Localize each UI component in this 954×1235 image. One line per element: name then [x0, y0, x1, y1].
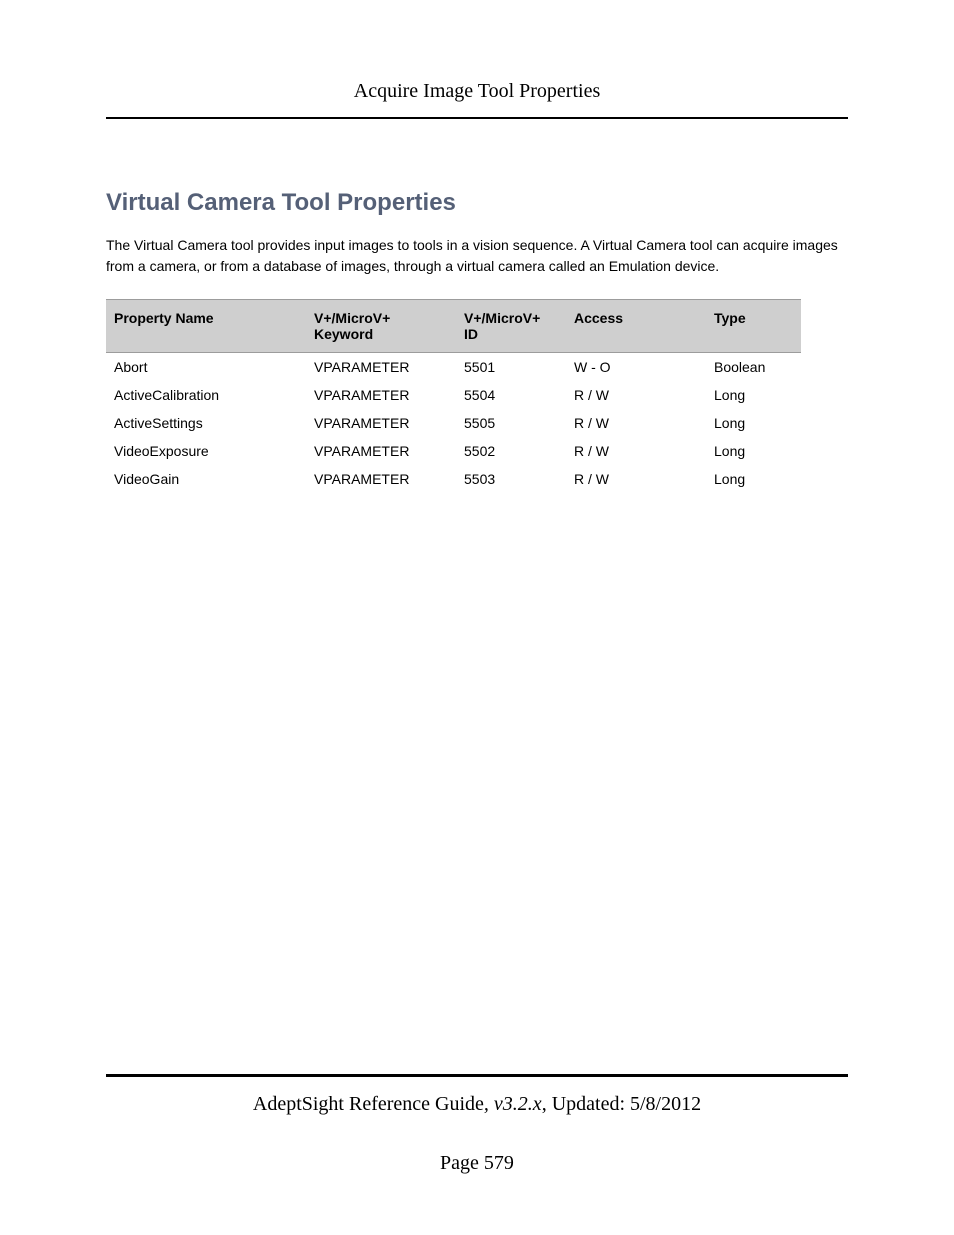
cell-id: 5505 [456, 409, 566, 437]
th-type: Type [706, 300, 801, 353]
cell-keyword: VPARAMETER [306, 381, 456, 409]
cell-access: R / W [566, 437, 706, 465]
cell-name: ActiveCalibration [106, 381, 306, 409]
cell-type: Long [706, 465, 801, 493]
cell-keyword: VPARAMETER [306, 353, 456, 382]
cell-name: VideoGain [106, 465, 306, 493]
th-id: V+/MicroV+ ID [456, 300, 566, 353]
footer-rule [106, 1074, 848, 1077]
properties-table: Property Name V+/MicroV+ Keyword V+/Micr… [106, 299, 801, 493]
th-keyword: V+/MicroV+ Keyword [306, 300, 456, 353]
page-number: Page 579 [106, 1152, 848, 1175]
cell-type: Boolean [706, 353, 801, 382]
footer-updated: , Updated: 5/8/2012 [542, 1093, 701, 1115]
table-row: Abort VPARAMETER 5501 W - O Boolean [106, 353, 801, 382]
running-head: Acquire Image Tool Properties [106, 80, 848, 119]
section-title: Virtual Camera Tool Properties [106, 189, 848, 217]
cell-keyword: VPARAMETER [306, 465, 456, 493]
page: Acquire Image Tool Properties Virtual Ca… [0, 0, 954, 1235]
cell-type: Long [706, 409, 801, 437]
cell-id: 5504 [456, 381, 566, 409]
cell-access: R / W [566, 409, 706, 437]
cell-name: Abort [106, 353, 306, 382]
cell-keyword: VPARAMETER [306, 409, 456, 437]
footer-version: , v3.2.x [484, 1093, 542, 1115]
page-footer: AdeptSight Reference Guide, v3.2.x, Upda… [106, 1074, 848, 1175]
cell-keyword: VPARAMETER [306, 437, 456, 465]
cell-type: Long [706, 437, 801, 465]
th-property-name: Property Name [106, 300, 306, 353]
footer-citation: AdeptSight Reference Guide, v3.2.x, Upda… [106, 1093, 848, 1116]
table-row: VideoGain VPARAMETER 5503 R / W Long [106, 465, 801, 493]
cell-name: VideoExposure [106, 437, 306, 465]
cell-access: W - O [566, 353, 706, 382]
intro-paragraph: The Virtual Camera tool provides input i… [106, 235, 848, 277]
cell-access: R / W [566, 465, 706, 493]
footer-guide: AdeptSight Reference Guide [253, 1093, 484, 1115]
cell-id: 5502 [456, 437, 566, 465]
table-header-row: Property Name V+/MicroV+ Keyword V+/Micr… [106, 300, 801, 353]
table-row: ActiveSettings VPARAMETER 5505 R / W Lon… [106, 409, 801, 437]
table-row: VideoExposure VPARAMETER 5502 R / W Long [106, 437, 801, 465]
cell-access: R / W [566, 381, 706, 409]
th-access: Access [566, 300, 706, 353]
cell-type: Long [706, 381, 801, 409]
cell-id: 5503 [456, 465, 566, 493]
table-row: ActiveCalibration VPARAMETER 5504 R / W … [106, 381, 801, 409]
cell-name: ActiveSettings [106, 409, 306, 437]
cell-id: 5501 [456, 353, 566, 382]
